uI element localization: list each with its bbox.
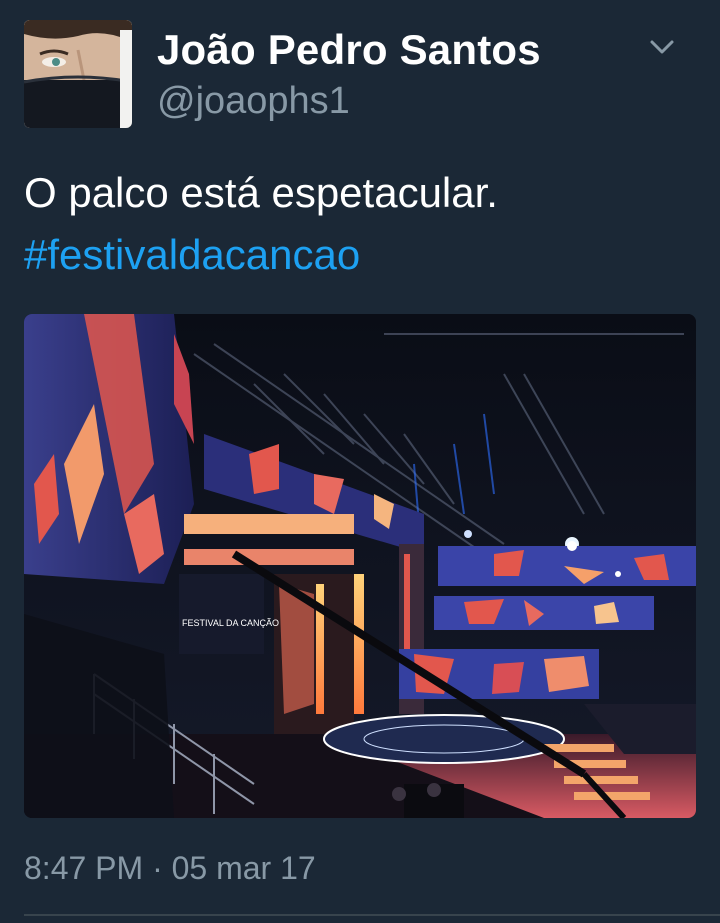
tweet-timestamp: 8:47 PM · 05 mar 17 [24, 850, 316, 886]
divider [24, 914, 720, 916]
chevron-down-icon[interactable] [648, 36, 676, 58]
author-handle[interactable]: @joaophs1 [157, 80, 350, 123]
tweet-body: O palco está espetacular. [24, 169, 498, 216]
tweet-text: O palco está espetacular. #festivaldacan… [24, 162, 694, 286]
stage-photo: FESTIVAL DA CANÇÃO [24, 314, 696, 818]
tweet-card: João Pedro Santos @joaophs1 O palco está… [0, 0, 720, 923]
tweet-photo[interactable]: FESTIVAL DA CANÇÃO [24, 314, 696, 818]
avatar-photo [24, 20, 132, 128]
festival-logo-text: FESTIVAL DA CANÇÃO [182, 618, 279, 628]
hashtag-link[interactable]: #festivaldacancao [24, 224, 694, 286]
author-name[interactable]: João Pedro Santos [157, 26, 541, 74]
avatar[interactable] [24, 20, 132, 128]
